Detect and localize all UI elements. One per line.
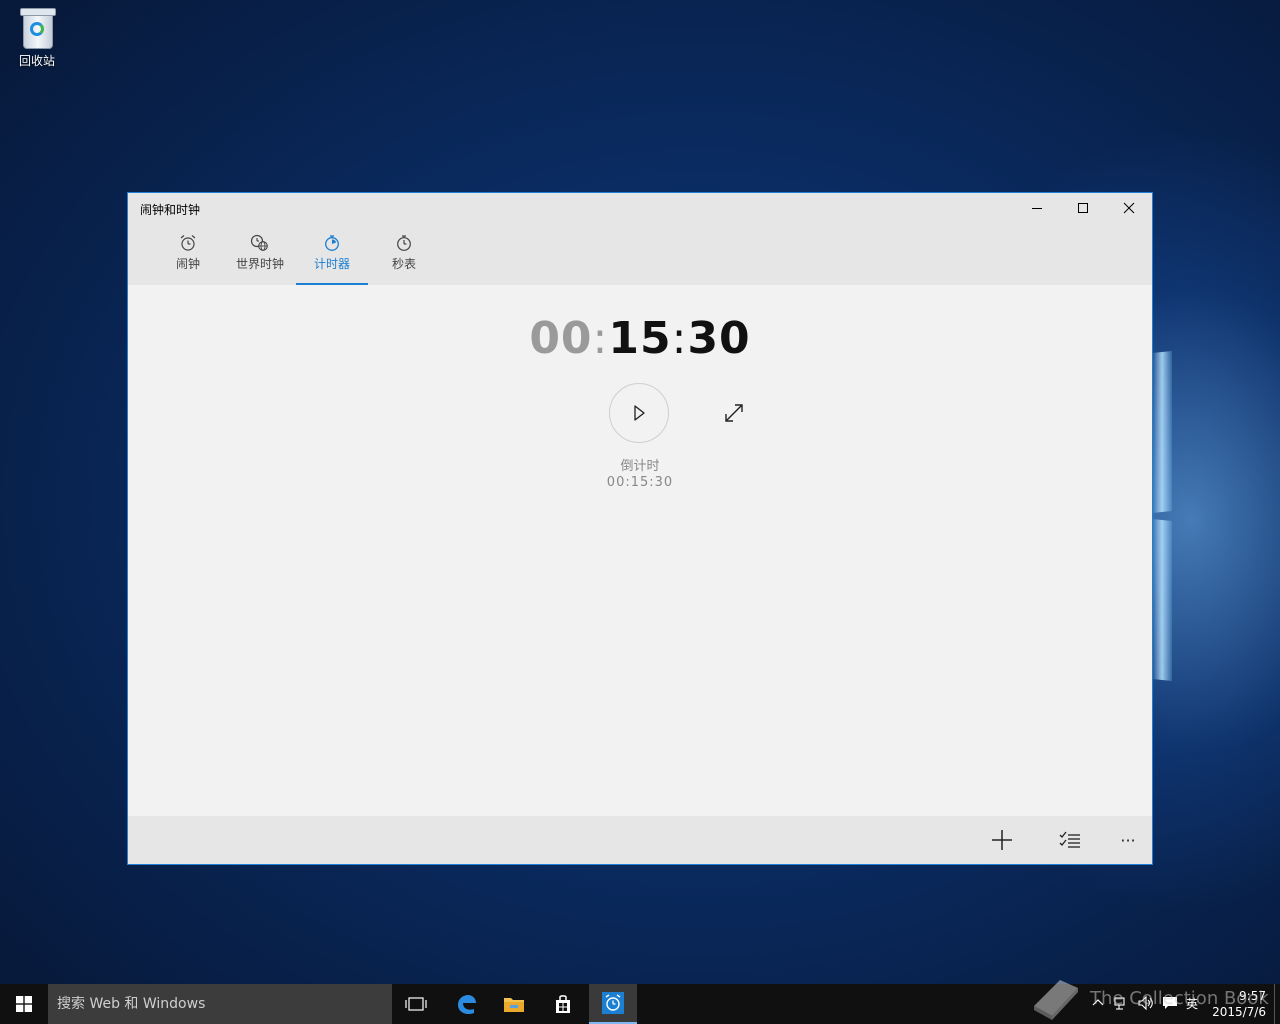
tab-bar: 闹钟 世界时钟 计时器 秒表 <box>128 225 1152 285</box>
alarm-clock-icon <box>180 235 196 251</box>
expand-icon <box>725 404 743 422</box>
world-clock-icon <box>250 234 268 251</box>
store-icon <box>556 995 570 1013</box>
add-icon <box>992 830 1012 850</box>
alarms-clock-window: 闹钟和时钟 闹钟 世界时钟 计时器 秒表 00:15:30 倒计时 00:15:… <box>127 192 1153 865</box>
tab-label: 闹钟 <box>175 257 200 271</box>
wallpaper-beam <box>1152 350 1172 514</box>
wallpaper-beam <box>1152 518 1172 682</box>
show-desktop-button[interactable] <box>1274 984 1280 1024</box>
taskbar: 搜索 Web 和 Windows 英 9:57 2015/7/6 <box>0 984 1280 1024</box>
play-icon <box>634 405 645 421</box>
maximize-icon <box>1078 203 1088 213</box>
recycle-bin-label: 回收站 <box>18 54 55 68</box>
tab-stopwatch[interactable]: 秒表 <box>368 233 440 285</box>
timer-hours: 00 <box>529 313 593 364</box>
timer-length: 00:15:30 <box>606 475 674 490</box>
timer-countdown-display[interactable]: 00:15:30 <box>128 313 1152 364</box>
close-icon <box>1123 202 1135 214</box>
start-button[interactable] <box>0 984 48 1024</box>
taskbar-store-button[interactable] <box>539 984 587 1024</box>
watermark-book-icon <box>1034 980 1078 1020</box>
timer-separator: : <box>592 313 609 364</box>
windows-logo-icon <box>16 996 32 1012</box>
add-timer-button[interactable] <box>988 826 1016 854</box>
edge-icon <box>458 995 476 1015</box>
file-explorer-icon <box>504 998 524 1012</box>
taskbar-alarms-clock-button[interactable] <box>589 984 637 1024</box>
tab-label: 秒表 <box>391 257 416 271</box>
timer-seconds: 30 <box>687 313 751 364</box>
expand-timer-button[interactable] <box>720 399 748 427</box>
close-button[interactable] <box>1106 193 1152 223</box>
recycle-bin[interactable]: 回收站 <box>8 6 66 69</box>
window-title: 闹钟和时钟 <box>140 203 201 217</box>
app-command-bar: ··· <box>128 816 1152 864</box>
tab-label: 世界时钟 <box>235 257 284 271</box>
taskbar-file-explorer-button[interactable] <box>490 984 538 1024</box>
tab-timer[interactable]: 计时器 <box>296 233 368 285</box>
stopwatch-icon <box>397 235 411 251</box>
timer-minutes: 15 <box>608 313 672 364</box>
select-list-icon <box>1059 831 1080 848</box>
minimize-icon <box>1032 208 1042 209</box>
alarms-clock-app-icon <box>602 992 624 1014</box>
timer-name: 倒计时 <box>620 459 660 474</box>
timer-page: 00:15:30 倒计时 00:15:30 <box>128 285 1152 816</box>
maximize-button[interactable] <box>1060 193 1106 223</box>
timer-separator: : <box>671 313 688 364</box>
select-timers-button[interactable] <box>1056 826 1084 854</box>
tab-world-clock[interactable]: 世界时钟 <box>224 233 296 285</box>
tab-label: 计时器 <box>313 257 350 271</box>
tab-alarm[interactable]: 闹钟 <box>152 233 224 285</box>
more-icon: ··· <box>1120 830 1136 850</box>
task-view-button[interactable] <box>392 984 440 1024</box>
timer-icon <box>325 235 339 251</box>
title-bar[interactable]: 闹钟和时钟 <box>128 193 1152 225</box>
watermark-text: The Collection Book <box>1090 988 1269 1009</box>
recycle-bin-icon <box>19 6 56 49</box>
taskbar-search-box[interactable]: 搜索 Web 和 Windows <box>48 984 392 1024</box>
start-timer-button[interactable] <box>609 383 669 443</box>
task-view-icon <box>405 997 427 1011</box>
minimize-button[interactable] <box>1014 193 1060 223</box>
more-options-button[interactable]: ··· <box>1114 826 1142 854</box>
taskbar-edge-button[interactable] <box>442 984 490 1024</box>
